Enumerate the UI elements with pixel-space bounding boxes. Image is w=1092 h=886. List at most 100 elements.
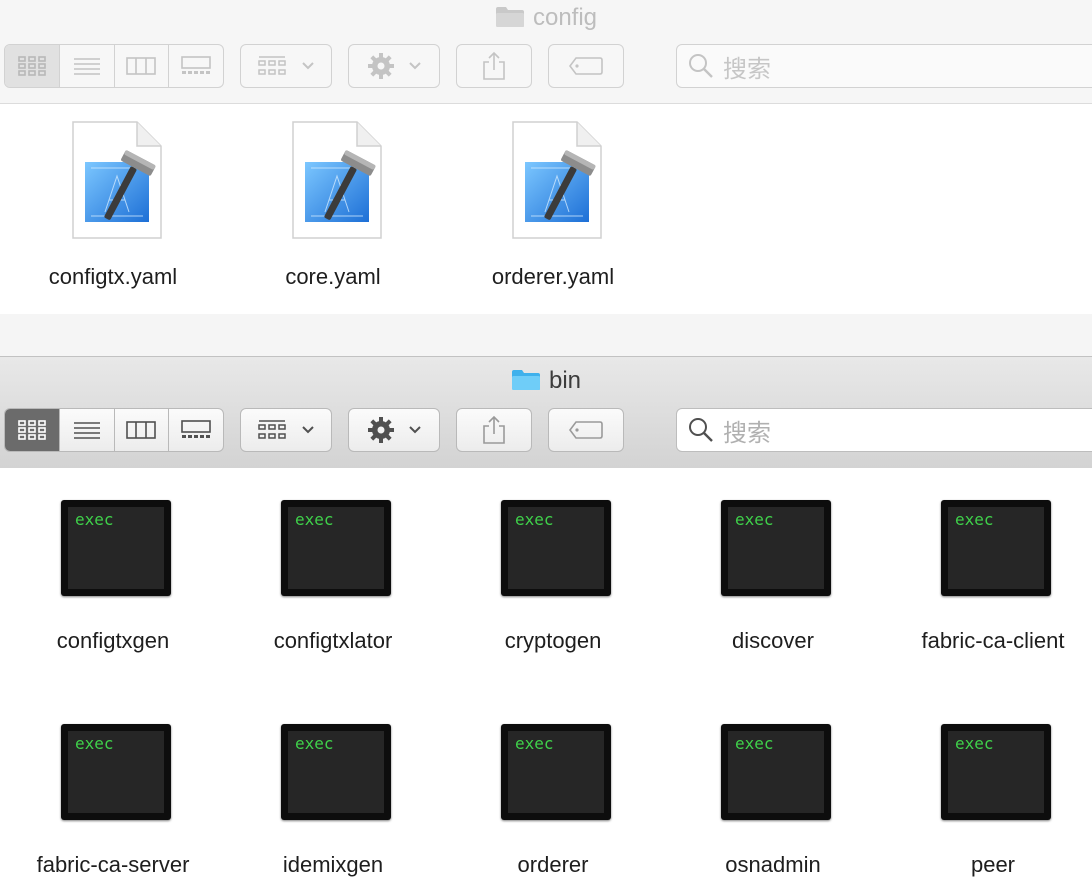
icon-view-icon — [18, 420, 46, 440]
search-placeholder: 搜索 — [723, 419, 771, 447]
icon-view-icon — [18, 56, 46, 76]
chevron-down-icon — [302, 62, 314, 70]
gallery-view-icon — [181, 420, 211, 438]
file-item[interactable]: orderer.yaml — [443, 120, 663, 300]
file-name: configtxgen — [56, 628, 170, 653]
terminal-screen: exec — [948, 507, 1044, 589]
xcode-document-icon — [511, 120, 603, 240]
exec-badge: exec — [75, 510, 114, 529]
list-view-button[interactable] — [60, 45, 115, 87]
file-name: orderer.yaml — [491, 264, 615, 289]
bin-title-text: bin — [548, 367, 582, 394]
exec-badge: exec — [735, 734, 774, 753]
terminal-exec-icon: exec — [281, 500, 391, 596]
file-name: fabric-ca-client — [921, 628, 1065, 653]
file-name: idemixgen — [282, 852, 384, 877]
file-item[interactable]: exec cryptogen — [443, 500, 663, 700]
exec-badge: exec — [75, 734, 114, 753]
file-item[interactable]: exec osnadmin — [663, 724, 883, 886]
file-name: osnadmin — [725, 852, 821, 877]
terminal-exec-icon: exec — [941, 724, 1051, 820]
search-field[interactable]: 搜索 — [676, 408, 1092, 452]
list-view-icon — [73, 422, 100, 439]
file-item[interactable]: exec orderer — [443, 724, 663, 886]
file-item[interactable]: exec fabric-ca-server — [3, 724, 223, 886]
bin-file-grid: exec configtxgen exec configtxlator exec cryp… — [0, 468, 1092, 886]
icon-view-button[interactable] — [5, 409, 60, 451]
config-title-text: config — [532, 4, 598, 31]
chevron-down-icon — [409, 62, 421, 70]
file-item[interactable]: exec fabric-ca-client — [883, 500, 1092, 700]
bin-window-title: bin — [0, 357, 1092, 405]
list-view-button[interactable] — [60, 409, 115, 451]
xcode-document-icon — [71, 120, 163, 240]
search-field[interactable]: 搜索 — [676, 44, 1092, 88]
terminal-exec-icon: exec — [61, 724, 171, 820]
terminal-screen: exec — [68, 507, 164, 589]
gallery-view-button[interactable] — [169, 45, 223, 87]
share-button[interactable] — [456, 408, 532, 452]
config-finder-window: config 搜索 configtx.yaml core.yaml ordere… — [0, 0, 1092, 356]
gallery-view-icon — [181, 56, 211, 74]
file-item[interactable]: exec peer — [883, 724, 1092, 886]
terminal-screen: exec — [728, 507, 824, 589]
search-placeholder: 搜索 — [723, 55, 771, 83]
terminal-screen: exec — [288, 507, 384, 589]
chevron-down-icon — [302, 426, 314, 434]
share-icon — [483, 415, 505, 444]
tags-button[interactable] — [548, 44, 624, 88]
search-icon — [689, 54, 713, 78]
column-view-button[interactable] — [115, 409, 170, 451]
content-bottom-area — [0, 314, 1092, 356]
xcode-document-icon — [291, 120, 383, 240]
gear-icon — [368, 53, 394, 79]
exec-badge: exec — [295, 734, 334, 753]
terminal-exec-icon: exec — [61, 500, 171, 596]
exec-badge: exec — [735, 510, 774, 529]
file-item[interactable]: exec idemixgen — [223, 724, 443, 886]
terminal-screen: exec — [288, 731, 384, 813]
file-item[interactable]: core.yaml — [223, 120, 443, 300]
bin-toolbar: bin 搜索 — [0, 356, 1092, 469]
file-item[interactable]: configtx.yaml — [3, 120, 223, 300]
folder-icon — [495, 3, 525, 27]
exec-badge: exec — [515, 734, 554, 753]
gallery-view-button[interactable] — [169, 409, 223, 451]
file-name: orderer — [517, 852, 589, 877]
exec-badge: exec — [295, 510, 334, 529]
column-view-icon — [126, 57, 157, 75]
bin-finder-window: bin 搜索 exec configtxgen exec configtxlat… — [0, 356, 1092, 886]
file-name: configtx.yaml — [48, 264, 178, 289]
terminal-screen: exec — [508, 507, 604, 589]
file-item[interactable]: exec configtxlator — [223, 500, 443, 700]
file-item[interactable]: exec discover — [663, 500, 883, 700]
terminal-exec-icon: exec — [281, 724, 391, 820]
config-toolbar: config 搜索 — [0, 0, 1092, 104]
exec-badge: exec — [515, 510, 554, 529]
group-by-button[interactable] — [240, 408, 332, 452]
file-item[interactable]: exec configtxgen — [3, 500, 223, 700]
terminal-exec-icon: exec — [941, 500, 1051, 596]
column-view-button[interactable] — [115, 45, 170, 87]
tag-icon — [569, 421, 603, 439]
action-gear-button[interactable] — [348, 408, 440, 452]
file-name: discover — [732, 628, 814, 653]
exec-badge: exec — [955, 510, 994, 529]
terminal-screen: exec — [508, 731, 604, 813]
terminal-screen: exec — [728, 731, 824, 813]
gear-icon — [368, 417, 394, 443]
share-button[interactable] — [456, 44, 532, 88]
group-by-button[interactable] — [240, 44, 332, 88]
icon-view-button[interactable] — [5, 45, 60, 87]
action-gear-button[interactable] — [348, 44, 440, 88]
terminal-exec-icon: exec — [501, 724, 611, 820]
config-window-title: config — [0, 0, 1092, 36]
view-mode-segmented-control — [4, 44, 224, 88]
tags-button[interactable] — [548, 408, 624, 452]
terminal-exec-icon: exec — [501, 500, 611, 596]
group-by-icon — [258, 420, 286, 439]
file-name: fabric-ca-server — [36, 852, 190, 877]
config-file-grid: configtx.yaml core.yaml orderer.yaml — [0, 104, 1092, 356]
tag-icon — [569, 57, 603, 75]
terminal-exec-icon: exec — [721, 724, 831, 820]
